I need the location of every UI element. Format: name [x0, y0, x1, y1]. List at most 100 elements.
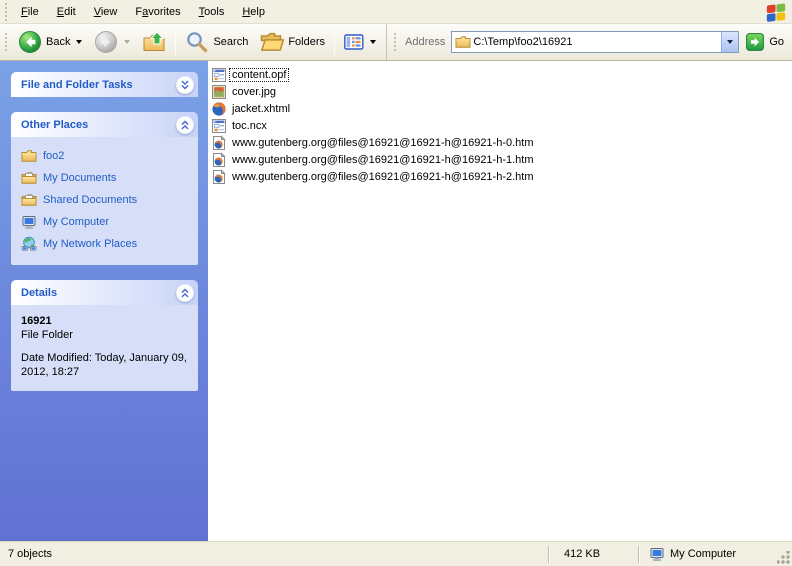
- go-label: Go: [769, 36, 784, 48]
- details-folder-name: 16921: [21, 315, 52, 327]
- chevron-double-up-icon: [178, 118, 192, 132]
- file-row[interactable]: content.opf: [211, 66, 792, 83]
- main-area: File and Folder Tasks Other Places foo2: [0, 61, 792, 541]
- file-row[interactable]: jacket.xhtml: [211, 100, 792, 117]
- panel-title: Details: [21, 286, 58, 299]
- file-name: toc.ncx: [232, 119, 267, 132]
- toolbar-grip[interactable]: [2, 33, 10, 51]
- firefox-icon: [211, 101, 227, 117]
- chevron-double-down-icon: [178, 78, 192, 92]
- forward-dropdown-caret: [124, 40, 131, 44]
- menu-tools[interactable]: Tools: [190, 4, 234, 20]
- my-computer-icon: [21, 214, 37, 230]
- back-button[interactable]: Back: [12, 27, 88, 58]
- window-resize-grip[interactable]: [777, 551, 791, 565]
- file-name: www.gutenberg.org@files@16921@16921-h@16…: [232, 136, 534, 149]
- my-documents-icon: [21, 170, 37, 186]
- back-icon: [18, 30, 42, 54]
- file-row[interactable]: www.gutenberg.org@files@16921@16921-h@16…: [211, 168, 792, 185]
- file-name: content.opf: [228, 67, 290, 82]
- place-link-my-network-places[interactable]: My Network Places: [19, 233, 192, 255]
- firefox-html-icon: [211, 135, 227, 151]
- search-label: Search: [213, 36, 249, 48]
- total-size: 412 KB: [564, 548, 601, 560]
- expand-panel-button[interactable]: [176, 75, 194, 94]
- details-body: 16921 File Folder Date Modified: Today, …: [11, 305, 198, 391]
- place-link-my-documents[interactable]: My Documents: [19, 167, 192, 189]
- place-link-shared-documents[interactable]: Shared Documents: [19, 189, 192, 211]
- file-list: content.opf cover.jpg jacket.xhtml toc.n…: [208, 61, 792, 541]
- menu-favorites[interactable]: Favorites: [126, 4, 189, 20]
- other-places-panel: Other Places foo2 My Documents Shared Do…: [11, 112, 198, 265]
- file-folder-tasks-panel: File and Folder Tasks: [11, 72, 198, 97]
- toolbar-separator: [175, 29, 177, 55]
- chevron-double-up-icon: [178, 286, 192, 300]
- menubar-grip[interactable]: [2, 2, 10, 21]
- chevron-down-icon: [727, 40, 734, 44]
- file-folder-tasks-header[interactable]: File and Folder Tasks: [11, 72, 198, 97]
- address-label: Address: [405, 36, 446, 48]
- windows-logo-icon: [765, 1, 787, 23]
- file-row[interactable]: www.gutenberg.org@files@16921@16921-h@16…: [211, 151, 792, 168]
- menu-edit[interactable]: Edit: [48, 4, 85, 20]
- address-input[interactable]: [471, 36, 722, 48]
- details-header[interactable]: Details: [11, 280, 198, 305]
- go-arrow-icon: [746, 33, 764, 51]
- ncx-document-icon: [211, 118, 227, 134]
- menu-bar: File Edit View Favorites Tools Help: [0, 0, 792, 24]
- explorer-window: File Edit View Favorites Tools Help Back…: [0, 0, 792, 566]
- search-icon: [185, 30, 209, 54]
- image-file-icon: [211, 84, 227, 100]
- folders-button[interactable]: Folders: [254, 27, 331, 58]
- file-row[interactable]: cover.jpg: [211, 83, 792, 100]
- panel-title: Other Places: [21, 118, 89, 131]
- place-link-my-computer[interactable]: My Computer: [19, 211, 192, 233]
- file-name: www.gutenberg.org@files@16921@16921-h@16…: [232, 170, 534, 183]
- opf-document-icon: [211, 67, 227, 83]
- forward-button[interactable]: [88, 27, 136, 58]
- menu-file[interactable]: File: [12, 4, 48, 20]
- other-places-body: foo2 My Documents Shared Documents My Co…: [11, 137, 198, 265]
- menu-help[interactable]: Help: [233, 4, 274, 20]
- details-folder-type: File Folder: [21, 329, 73, 341]
- collapse-panel-button[interactable]: [176, 115, 194, 134]
- address-bar: Address Go: [386, 24, 792, 60]
- toolbar-separator: [334, 29, 336, 55]
- up-folder-icon: [142, 30, 166, 54]
- location-zone: My Computer: [640, 546, 792, 562]
- task-pane-sidebar: File and Folder Tasks Other Places foo2: [0, 61, 208, 541]
- status-bar: 7 objects 412 KB My Computer: [0, 541, 792, 566]
- my-network-places-icon: [21, 236, 37, 252]
- address-combobox[interactable]: [451, 31, 740, 53]
- file-name: jacket.xhtml: [232, 102, 291, 115]
- details-panel: Details 16921 File Folder Date Modified:…: [11, 280, 198, 391]
- file-row[interactable]: www.gutenberg.org@files@16921@16921-h@16…: [211, 134, 792, 151]
- collapse-panel-button[interactable]: [176, 283, 194, 302]
- file-name: cover.jpg: [232, 85, 277, 98]
- firefox-html-icon: [211, 152, 227, 168]
- standard-buttons-toolbar: Back Search Folders Address C:\Temp\foo2…: [0, 24, 792, 61]
- panel-title: File and Folder Tasks: [21, 78, 133, 91]
- shared-documents-icon: [21, 192, 37, 208]
- go-button[interactable]: Go: [746, 33, 784, 51]
- folder-icon: [21, 148, 37, 164]
- details-date-modified: Date Modified: Today, January 09, 2012, …: [21, 352, 187, 378]
- file-row[interactable]: toc.ncx: [211, 117, 792, 134]
- address-dropdown-button[interactable]: [721, 32, 739, 52]
- up-button[interactable]: [136, 27, 172, 58]
- search-button[interactable]: Search: [179, 27, 254, 58]
- address-folder-icon: [455, 34, 471, 50]
- back-dropdown-caret: [76, 40, 83, 44]
- my-computer-icon: [649, 546, 665, 562]
- place-link-foo2[interactable]: foo2: [19, 145, 192, 167]
- addressbar-grip[interactable]: [391, 33, 400, 51]
- other-places-header[interactable]: Other Places: [11, 112, 198, 137]
- firefox-html-icon: [211, 169, 227, 185]
- views-button[interactable]: [338, 27, 382, 58]
- folders-icon: [260, 30, 284, 54]
- folders-label: Folders: [288, 36, 326, 48]
- forward-icon: [94, 30, 118, 54]
- menu-view[interactable]: View: [85, 4, 127, 20]
- location-label: My Computer: [670, 548, 737, 560]
- views-icon: [344, 34, 364, 50]
